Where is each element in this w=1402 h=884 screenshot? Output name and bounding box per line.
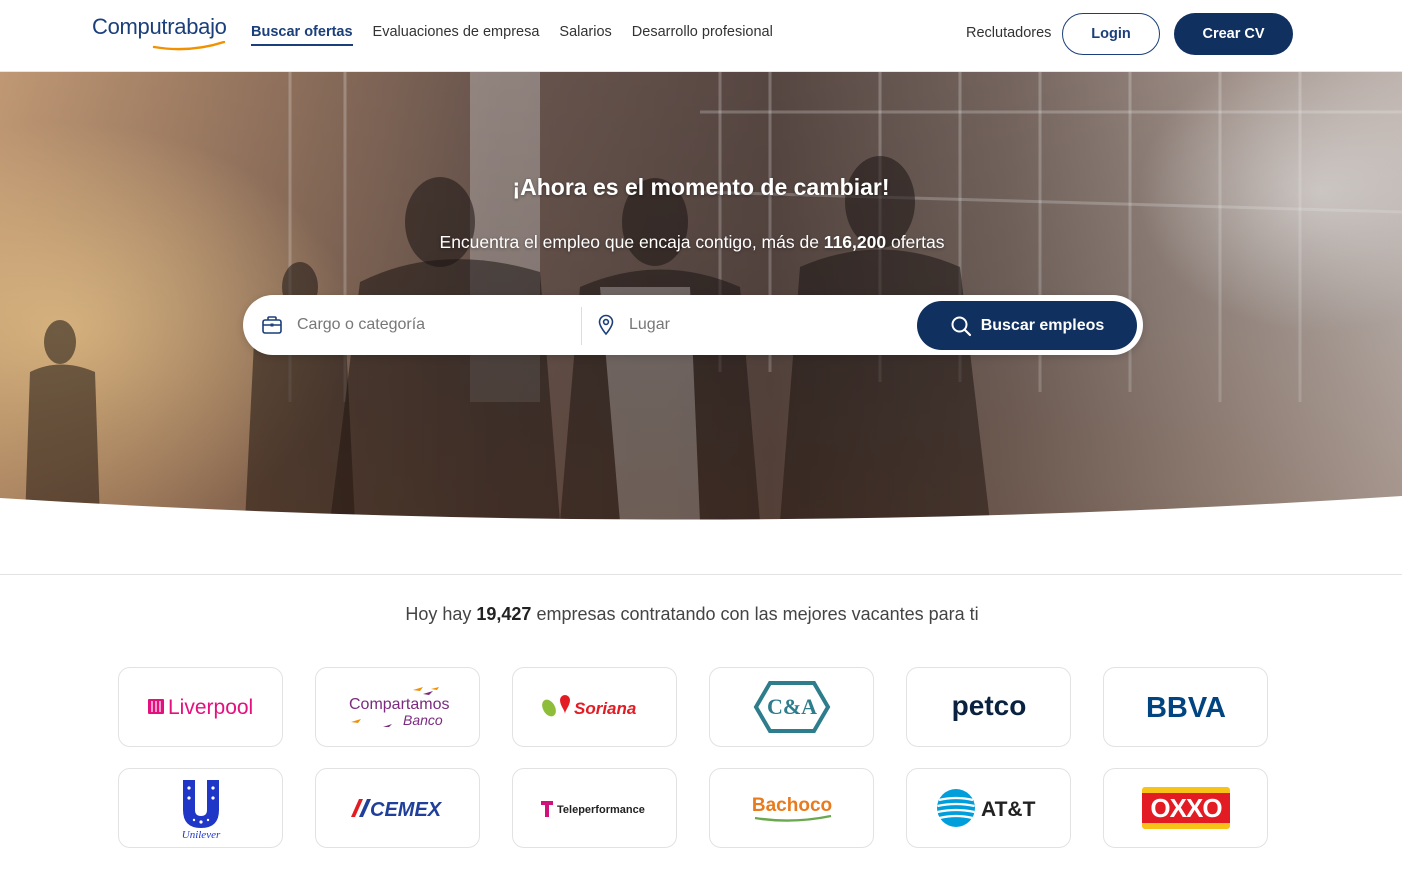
liverpool-logo: Liverpool: [147, 696, 253, 719]
cemex-logo: CEMEX: [350, 799, 443, 821]
briefcase-icon: [262, 316, 282, 334]
bbva-logo: BBVA: [1145, 692, 1225, 724]
search-icon: [951, 316, 971, 336]
companies-text-pre: Hoy hay: [405, 604, 477, 624]
offers-count: 116,200: [823, 232, 887, 252]
company-card-cemex[interactable]: CEMEX: [315, 768, 480, 848]
svg-text:OXXO: OXXO: [1150, 793, 1222, 823]
nav-desarrollo[interactable]: Desarrollo profesional: [632, 24, 773, 46]
soriana-logo: Soriana: [541, 695, 636, 718]
company-card-teleperformance[interactable]: Teleperformance: [512, 768, 677, 848]
search-button-label: Buscar empleos: [980, 316, 1105, 334]
companies-count: 19,427: [476, 604, 532, 624]
company-card-compartamos[interactable]: Compartamos Banco: [315, 667, 480, 747]
hero-title: ¡Ahora es el momento de cambiar!: [512, 174, 890, 200]
company-card-oxxo[interactable]: OXXO: [1103, 768, 1268, 848]
svg-text:Liverpool: Liverpool: [168, 696, 253, 719]
location-input[interactable]: [629, 316, 879, 334]
company-card-ca[interactable]: C&A: [709, 667, 874, 747]
teleperformance-logo: Teleperformance: [540, 801, 645, 817]
bachoco-logo: Bachoco: [751, 795, 832, 822]
compartamos-logo: Compartamos Banco: [349, 687, 449, 728]
company-card-bbva[interactable]: BBVA: [1103, 667, 1268, 747]
companies-headline: Hoy hay 19,427 empresas contratando con …: [0, 604, 1384, 625]
computrabajo-logo[interactable]: Computrabajo: [92, 14, 227, 51]
job-field: [261, 295, 579, 355]
search-jobs-button[interactable]: Buscar empleos: [917, 301, 1137, 350]
search-divider: [581, 307, 582, 345]
company-card-att[interactable]: AT&T: [906, 768, 1071, 848]
nav-buscar-ofertas[interactable]: Buscar ofertas: [251, 24, 353, 46]
location-pin-icon: [598, 314, 614, 336]
svg-text:AT&T: AT&T: [981, 798, 1036, 821]
main-nav: Buscar ofertas Evaluaciones de empresa S…: [251, 24, 793, 46]
companies-text-post: empresas contratando con las mejores vac…: [531, 604, 979, 624]
hero-subtitle-post: ofertas: [886, 232, 945, 252]
section-divider: [0, 574, 1402, 575]
company-logo-grid: Liverpool Compartamos Banco Soriana C&A …: [118, 667, 1268, 848]
oxxo-logo: OXXO: [1141, 787, 1230, 829]
create-cv-button[interactable]: Crear CV: [1174, 13, 1293, 55]
unilever-logo: Unilever: [181, 780, 220, 840]
company-card-liverpool[interactable]: Liverpool: [118, 667, 283, 747]
company-card-petco[interactable]: petco: [906, 667, 1071, 747]
hero-subtitle: Encuentra el empleo que encaja contigo, …: [0, 232, 1384, 253]
logo-text: Computrabajo: [92, 14, 227, 39]
svg-text:petco: petco: [951, 690, 1026, 721]
logo-swoosh-icon: [152, 41, 226, 51]
job-search-input[interactable]: [297, 316, 547, 334]
hero-banner: ¡Ahora es el momento de cambiar! Encuent…: [0, 72, 1402, 522]
svg-text:Unilever: Unilever: [181, 829, 220, 840]
svg-text:Bachoco: Bachoco: [751, 795, 831, 816]
svg-text:Banco: Banco: [403, 712, 443, 728]
att-logo: AT&T: [936, 789, 1036, 827]
search-bar: Buscar empleos: [243, 295, 1143, 355]
company-card-unilever[interactable]: Unilever: [118, 768, 283, 848]
location-field: [597, 295, 897, 355]
hero-subtitle-pre: Encuentra el empleo que encaja contigo, …: [439, 232, 824, 252]
login-button[interactable]: Login: [1062, 13, 1160, 55]
company-card-bachoco[interactable]: Bachoco: [709, 768, 874, 848]
nav-salarios[interactable]: Salarios: [559, 24, 611, 46]
svg-text:Soriana: Soriana: [574, 699, 636, 718]
nav-evaluaciones[interactable]: Evaluaciones de empresa: [373, 24, 540, 46]
svg-text:Compartamos: Compartamos: [349, 696, 449, 713]
svg-text:BBVA: BBVA: [1145, 692, 1225, 724]
svg-text:C&A: C&A: [766, 694, 816, 719]
ca-logo: C&A: [753, 681, 830, 733]
petco-logo: petco: [951, 690, 1026, 721]
reclutadores-link[interactable]: Reclutadores: [966, 25, 1051, 41]
svg-text:CEMEX: CEMEX: [370, 799, 443, 821]
company-card-soriana[interactable]: Soriana: [512, 667, 677, 747]
svg-text:Teleperformance: Teleperformance: [557, 804, 645, 816]
site-header: Computrabajo Buscar ofertas Evaluaciones…: [0, 0, 1402, 72]
